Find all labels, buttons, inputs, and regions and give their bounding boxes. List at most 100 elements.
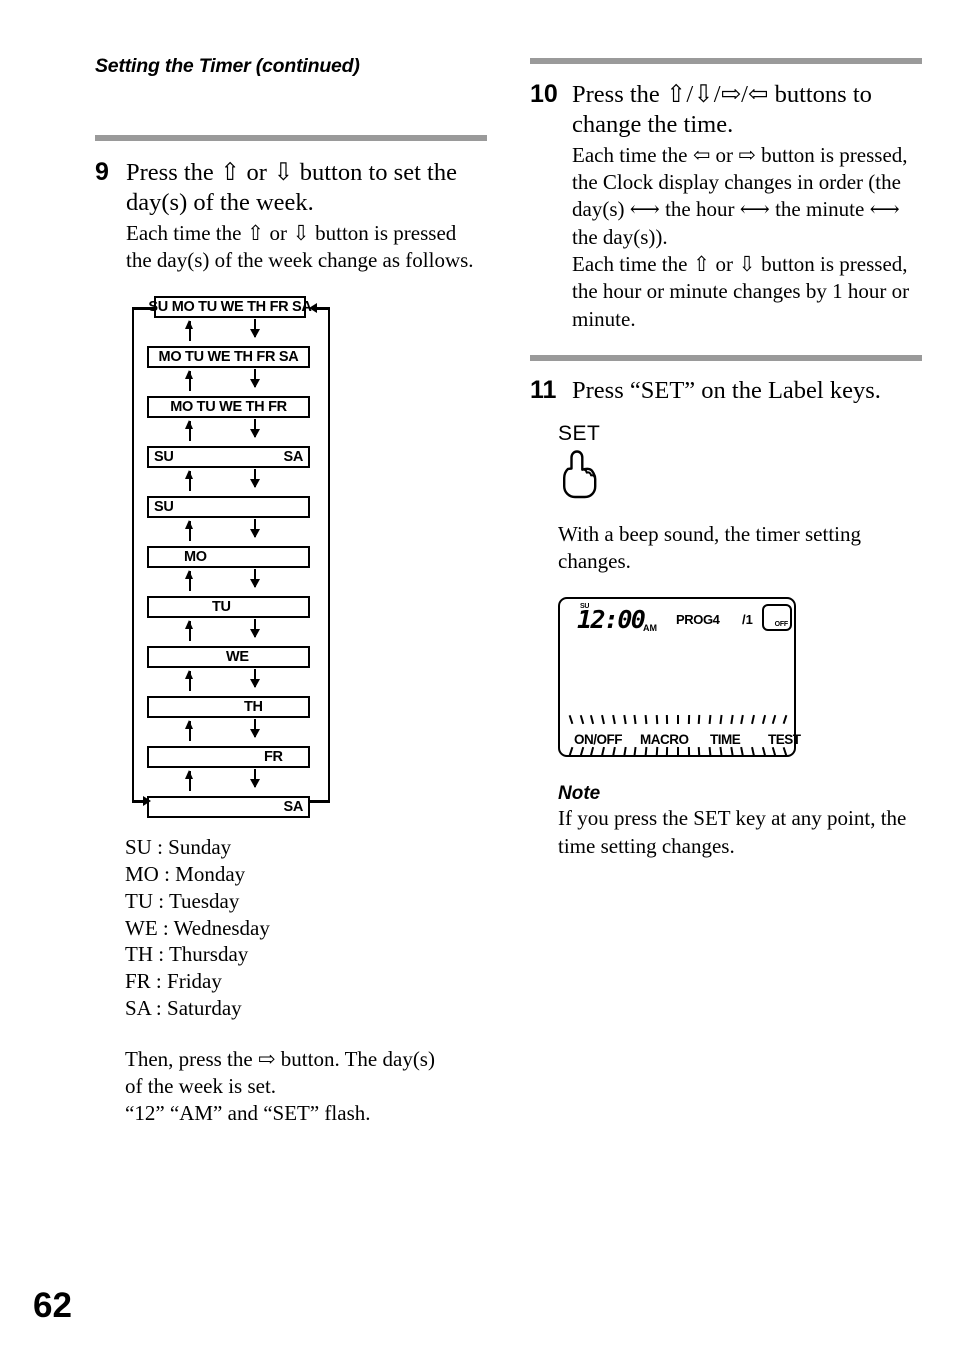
step-9: 9 Press the ⇧ or ⇩ button to set the day… [95, 158, 487, 274]
closing-line-3: “12” “AM” and “SET” flash. [125, 1101, 371, 1126]
cycle-up-arrow-5 [185, 570, 193, 592]
step-10-text-1: Each time the ⇦ or ⇨ button is pressed, … [572, 142, 908, 249]
flash-tick [698, 715, 702, 725]
cycle-up-arrow-8 [185, 720, 193, 742]
legend-item-fr: FR : Friday [125, 969, 222, 994]
step-9-closing-text: Then, press the ⇨ button. The day(s) of … [125, 1046, 487, 1128]
note-body: If you press the SET key at any point, t… [558, 806, 907, 858]
lcd-time-readout: 12:00 [577, 605, 646, 635]
step-10-title: Press the ⇧/⇩/⇨/⇦ buttons to change the … [572, 81, 872, 138]
cycle-down-arrow-1 [249, 369, 261, 389]
cycle-box-5: MO [147, 546, 310, 569]
step-10: 10 Press the ⇧/⇩/⇨/⇦ buttons to change t… [530, 80, 922, 333]
flash-tick [782, 715, 788, 725]
flash-tick [601, 715, 606, 725]
lcd-label-key-time[interactable]: TIME [710, 732, 741, 747]
cycle-up-arrow-0 [185, 320, 193, 342]
lcd-off-badge: OFF [762, 604, 792, 632]
flash-tick [750, 715, 756, 725]
cycle-up-arrow-3 [185, 470, 193, 492]
step-9-number: 9 [95, 158, 109, 186]
legend-item-sa: SA : Saturday [125, 995, 242, 1020]
set-key-label: SET [558, 421, 601, 445]
cycle-box-5-label: MO [184, 549, 207, 566]
cycle-box-7: WE [147, 646, 310, 669]
step-11-number: 11 [530, 375, 557, 404]
loop-left-vertical [132, 307, 135, 803]
loop-right-vertical [328, 307, 331, 803]
flash-tick [708, 715, 712, 725]
flash-tick [644, 715, 648, 725]
manual-page: Setting the Timer (continued) 9 Press th… [0, 0, 954, 1357]
pointing-hand-up-icon [558, 448, 922, 505]
loop-right-top-stub [317, 307, 330, 310]
note-heading: Note [558, 783, 601, 805]
cycle-up-arrow-4 [185, 520, 193, 542]
cycle-box-0: SU MO TU WE TH FR SA [148, 296, 312, 319]
closing-line-1: Then, press the ⇨ button. The day(s) [125, 1046, 435, 1071]
cycle-down-arrow-7 [249, 669, 261, 689]
flash-tick [611, 715, 617, 725]
cycle-up-arrow-7 [185, 670, 193, 692]
cycle-box-2: MO TU WE TH FR [147, 396, 310, 419]
cycle-down-arrow-3 [249, 469, 261, 489]
cycle-box-1: MO TU WE TH FR SA [147, 346, 310, 369]
flash-tick [633, 715, 638, 725]
right-column: 10 Press the ⇧/⇩/⇨/⇦ buttons to change t… [530, 58, 922, 860]
left-column: Setting the Timer (continued) 9 Press th… [95, 55, 487, 1128]
cycle-box-9: FR [147, 746, 310, 769]
cycle-down-arrow-2 [249, 419, 261, 439]
cycle-box-3-label-left: SU [154, 449, 174, 466]
closing-line-2: of the week is set. [125, 1074, 277, 1098]
loop-left-arrowhead [143, 796, 151, 807]
step-11-title: Press “SET” on the Label keys. [572, 376, 881, 404]
cycle-box-0-label: SU MO TU WE TH FR SA [148, 299, 312, 316]
loop-right-bottom-stub [310, 800, 330, 803]
section-rule-step-11 [530, 354, 922, 361]
flash-tick [590, 715, 595, 725]
lcd-meridiem: AM [643, 623, 657, 634]
cycle-box-8-label: TH [244, 699, 263, 716]
cycle-box-3-label-right: SA [283, 449, 303, 466]
cycle-up-arrow-6 [185, 620, 193, 642]
lcd-label-key-macro[interactable]: MACRO [640, 732, 689, 747]
flash-tick [729, 715, 734, 725]
cycle-box-8: TH [147, 696, 310, 719]
cycle-box-10-label: SA [283, 799, 303, 816]
running-head: Setting the Timer (continued) [95, 55, 360, 77]
flash-tick [761, 715, 767, 725]
lcd-label-key-on-off[interactable]: ON/OFF [574, 732, 623, 747]
flash-tick [740, 715, 745, 725]
lcd-panel: SU 12:00 AM PROG4 /1 OFF ON/OFF MACRO TI… [558, 597, 801, 758]
flash-tick [655, 715, 659, 725]
flash-tick [677, 715, 680, 725]
cycle-down-arrow-6 [249, 619, 261, 639]
legend-item-we: WE : Wednesday [125, 915, 270, 940]
page-number: 62 [33, 1286, 72, 1325]
cycle-down-arrow-8 [249, 719, 261, 739]
legend-item-tu: TU : Tuesday [125, 888, 240, 913]
cycle-down-arrow-0 [249, 319, 261, 339]
day-of-week-cycle-diagram: SU MO TU WE TH FR SA MO TU WE TH FR SA M… [132, 296, 332, 819]
cycle-box-3: SU SA [147, 446, 310, 469]
cycle-up-arrow-9 [185, 770, 193, 792]
lcd-label-key-test[interactable]: TEST [768, 732, 801, 747]
step-11: 11 Press “SET” on the Label keys. [530, 376, 922, 406]
cycle-down-arrow-5 [249, 569, 261, 589]
cycle-box-1-label: MO TU WE TH FR SA [158, 349, 299, 366]
lcd-off-badge-label: OFF [774, 621, 789, 629]
cycle-up-arrow-1 [185, 370, 193, 392]
step-9-title: Press the ⇧ or ⇩ button to set the day(s… [126, 159, 457, 216]
step-10-text-2: Each time the ⇧ or ⇩ button is pressed, … [572, 251, 910, 331]
flash-tick [772, 715, 777, 725]
cycle-down-arrow-9 [249, 769, 261, 789]
step-10-body: Press the ⇧/⇩/⇨/⇦ buttons to change the … [572, 80, 922, 333]
loop-right-arrowhead [309, 303, 317, 314]
cycle-box-6: TU [147, 596, 310, 619]
flash-tick [666, 715, 669, 725]
lcd-label-keys-row: ON/OFF MACRO TIME TEST [568, 729, 801, 749]
cycle-down-arrow-4 [249, 519, 261, 539]
flash-tick [687, 715, 691, 725]
legend-item-th: TH : Thursday [125, 942, 249, 967]
flash-tick [622, 715, 627, 725]
